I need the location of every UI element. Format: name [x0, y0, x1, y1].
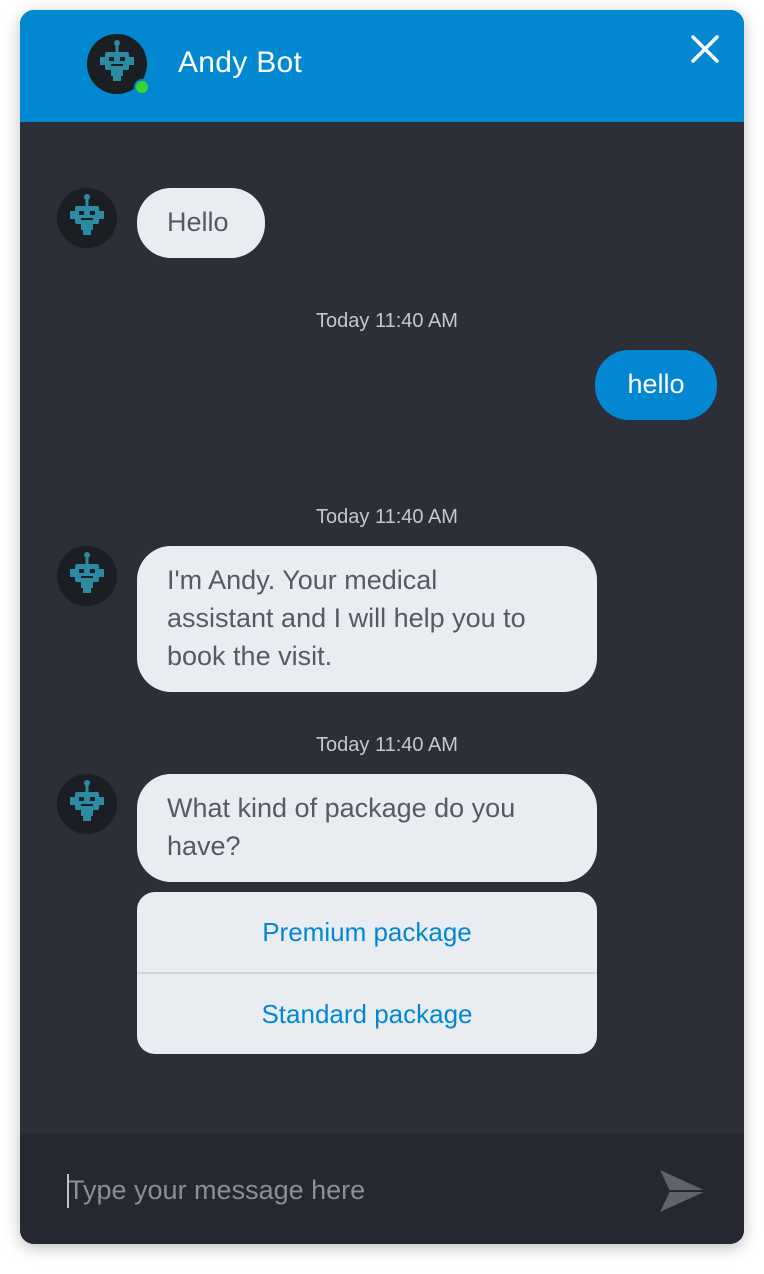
- bot-message-line: I'm Andy. Your medical: [167, 565, 438, 595]
- bot-name: Andy Bot: [178, 46, 303, 79]
- message-input[interactable]: [66, 1164, 640, 1216]
- close-icon[interactable]: [688, 32, 722, 66]
- bot-message-line: book the visit.: [167, 641, 333, 671]
- text-caret: [67, 1174, 69, 1208]
- bot-message-line: have?: [167, 831, 241, 861]
- bot-message-bubble: I'm Andy. Your medical assistant and I w…: [137, 546, 597, 692]
- bot-avatar-icon: [57, 546, 117, 606]
- bot-avatar-icon: [57, 188, 117, 248]
- quick-reply-options: Premium package Standard package: [137, 892, 597, 1054]
- quick-reply-premium-package[interactable]: Premium package: [137, 892, 597, 972]
- message-timestamp: Today 11:40 AM: [316, 310, 458, 332]
- chat-widget: Andy Bot Hello Today 11:40 AM hello Toda…: [20, 10, 744, 1244]
- user-message-bubble: hello: [595, 350, 717, 420]
- user-message-text: hello: [627, 369, 685, 399]
- quick-reply-standard-package[interactable]: Standard package: [137, 974, 597, 1054]
- bot-message-line: What kind of package do you: [167, 793, 516, 823]
- send-icon[interactable]: [658, 1168, 708, 1214]
- chat-header: Andy Bot: [20, 10, 744, 122]
- online-status-dot: [134, 79, 150, 95]
- message-timestamp: Today 11:40 AM: [316, 506, 458, 528]
- bot-message-text: Hello: [167, 207, 229, 237]
- bot-avatar-icon: [57, 774, 117, 834]
- bot-message-line: assistant and I will help you to: [167, 603, 526, 633]
- message-composer: [20, 1134, 744, 1244]
- bot-message-bubble: Hello: [137, 188, 265, 258]
- bot-message-bubble: What kind of package do you have?: [137, 774, 597, 882]
- message-timestamp: Today 11:40 AM: [316, 734, 458, 756]
